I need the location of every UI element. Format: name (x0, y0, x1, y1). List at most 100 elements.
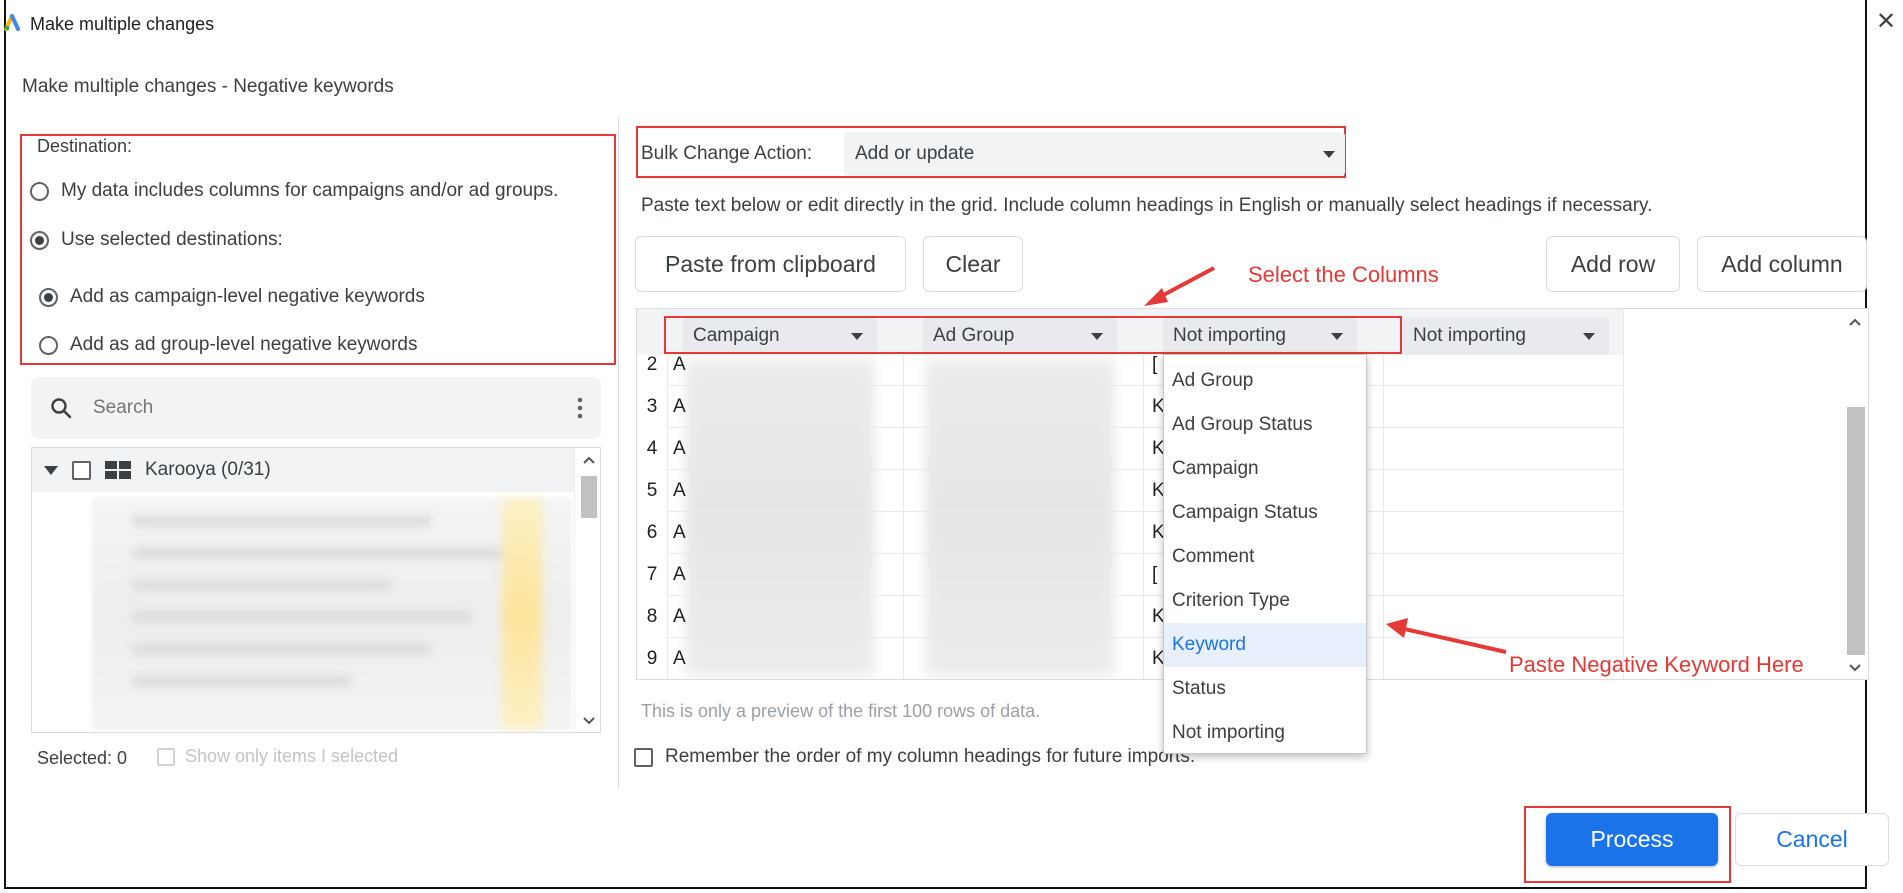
dropdown-item-comment[interactable]: Comment (1164, 535, 1366, 579)
column-header-campaign[interactable]: Campaign (683, 317, 877, 355)
dropdown-caret-icon (1323, 150, 1335, 158)
radio-campaign-level-row[interactable]: Add as campaign-level negative keywords (39, 286, 425, 308)
expand-caret-icon[interactable] (44, 465, 58, 475)
window-title: Make multiple changes (30, 14, 215, 34)
radio-columns-row[interactable]: My data includes columns for campaigns a… (30, 180, 558, 202)
search-input[interactable] (93, 397, 577, 419)
dropdown-item-not-importing[interactable]: Not importing (1164, 711, 1366, 755)
annotation-paste-keyword: Paste Negative Keyword Here (1509, 652, 1804, 677)
column-header-not-importing-2[interactable]: Not importing (1403, 317, 1609, 355)
grid-col-separator (903, 355, 904, 679)
column-header-label: Not importing (1413, 325, 1526, 346)
column-header-ad-group[interactable]: Ad Group (923, 317, 1117, 355)
scroll-down-icon[interactable] (1848, 663, 1862, 673)
dropdown-item-status[interactable]: Status (1164, 667, 1366, 711)
row-number: 5 (646, 480, 658, 501)
dropdown-item-ad-group-status[interactable]: Ad Group Status (1164, 403, 1366, 447)
grid-row-line (667, 553, 1624, 554)
radio-adgroup-level-row[interactable]: Add as ad group-level negative keywords (39, 334, 417, 356)
radio-adgroup-level-label: Add as ad group-level negative keywords (70, 334, 418, 355)
cell-fragment[interactable]: A (673, 648, 686, 670)
add-column-button[interactable]: Add column (1697, 236, 1867, 292)
blurred-campaign-cells (685, 359, 875, 677)
annotation-arrow-icon (1144, 266, 1215, 306)
cell-fragment[interactable]: A (673, 438, 686, 460)
grid-row-line (667, 511, 1624, 512)
tree-root-checkbox[interactable] (72, 460, 91, 480)
add-row-button[interactable]: Add row (1546, 236, 1680, 292)
row-number: 2 (646, 354, 658, 375)
remember-order[interactable]: Remember the order of my column headings… (634, 746, 1195, 768)
tree-root-row[interactable]: Karooya (0/31) (32, 448, 574, 492)
account-grid-icon (105, 461, 131, 479)
bulk-action-value: Add or update (855, 143, 975, 164)
tree-scrollbar[interactable] (574, 448, 600, 732)
cancel-button[interactable]: Cancel (1735, 813, 1889, 866)
grid-col-separator (1143, 355, 1144, 679)
radio-columns[interactable] (30, 181, 49, 201)
search-icon (51, 398, 72, 419)
grid-row-line (667, 385, 1624, 386)
cell-fragment[interactable]: A (673, 396, 686, 418)
grid-scrollbar[interactable] (1842, 309, 1868, 679)
show-only-selected-label: Show only items I selected (185, 746, 399, 766)
cell-fragment[interactable]: A (673, 564, 686, 586)
grid-row-line (667, 469, 1624, 470)
remember-order-label: Remember the order of my column headings… (665, 746, 1196, 767)
bulk-action-select[interactable]: Add or update (844, 132, 1345, 176)
annotation-select-columns: Select the Columns (1248, 262, 1439, 287)
dropdown-item-keyword[interactable]: Keyword (1164, 623, 1366, 667)
more-vert-icon[interactable] (577, 397, 583, 419)
cell-fragment[interactable]: A (673, 480, 686, 502)
panel-divider (618, 117, 619, 789)
cell-fragment[interactable]: A (673, 606, 686, 628)
blurred-status-column (502, 498, 542, 730)
account-tree: Karooya (0/31) (31, 447, 601, 733)
radio-columns-label: My data includes columns for campaigns a… (61, 180, 559, 201)
radio-selected-destinations[interactable] (30, 230, 49, 250)
row-number: 6 (646, 522, 658, 543)
column-header-not-importing-1[interactable]: Not importing (1163, 317, 1357, 355)
process-button[interactable]: Process (1546, 813, 1718, 866)
grid-col-separator (667, 355, 668, 679)
cell-fragment[interactable]: [ (1152, 564, 1157, 586)
radio-selected-destinations-label: Use selected destinations: (61, 229, 283, 250)
cell-fragment[interactable]: [ (1152, 354, 1157, 376)
radio-adgroup-level[interactable] (39, 335, 58, 355)
show-only-selected[interactable]: Show only items I selected (157, 746, 398, 767)
grid-row-line (667, 427, 1624, 428)
grid-row-line (667, 595, 1624, 596)
scroll-down-icon[interactable] (582, 716, 596, 726)
grid-col-separator (1623, 309, 1624, 679)
paste-clipboard-button[interactable]: Paste from clipboard (635, 236, 906, 292)
dropdown-item-campaign-status[interactable]: Campaign Status (1164, 491, 1366, 535)
annotation-arrow-icon (1386, 618, 1507, 654)
tree-scroll-thumb[interactable] (581, 476, 597, 518)
column-type-dropdown: Ad Group Ad Group Status Campaign Campai… (1163, 354, 1367, 754)
tree-root-label: Karooya (0/31) (145, 459, 271, 480)
destination-label: Destination: (37, 136, 133, 156)
row-number: 7 (646, 564, 658, 585)
close-icon[interactable]: ✕ (1876, 10, 1896, 34)
clear-button[interactable]: Clear (923, 236, 1023, 292)
dropdown-item-campaign[interactable]: Campaign (1164, 447, 1366, 491)
scroll-up-icon[interactable] (582, 455, 596, 465)
column-header-label: Ad Group (933, 325, 1015, 346)
cell-fragment[interactable]: A (673, 354, 686, 376)
cell-fragment[interactable]: A (673, 522, 686, 544)
show-only-selected-checkbox[interactable] (157, 747, 175, 766)
row-number: 9 (646, 648, 658, 669)
row-number: 4 (646, 438, 658, 459)
scroll-up-icon[interactable] (1848, 317, 1862, 327)
dropdown-caret-icon (1331, 332, 1343, 340)
radio-campaign-level[interactable] (39, 287, 58, 307)
grid-scroll-thumb[interactable] (1847, 407, 1865, 655)
remember-order-checkbox[interactable] (634, 747, 653, 767)
dropdown-item-criterion-type[interactable]: Criterion Type (1164, 579, 1366, 623)
row-number: 8 (646, 606, 658, 627)
blurred-campaign-list (92, 498, 572, 730)
bulk-action-label: Bulk Change Action: (641, 143, 813, 164)
radio-selected-destinations-row[interactable]: Use selected destinations: (30, 229, 283, 251)
dropdown-item-ad-group[interactable]: Ad Group (1164, 359, 1366, 403)
column-header-label: Not importing (1173, 325, 1286, 346)
